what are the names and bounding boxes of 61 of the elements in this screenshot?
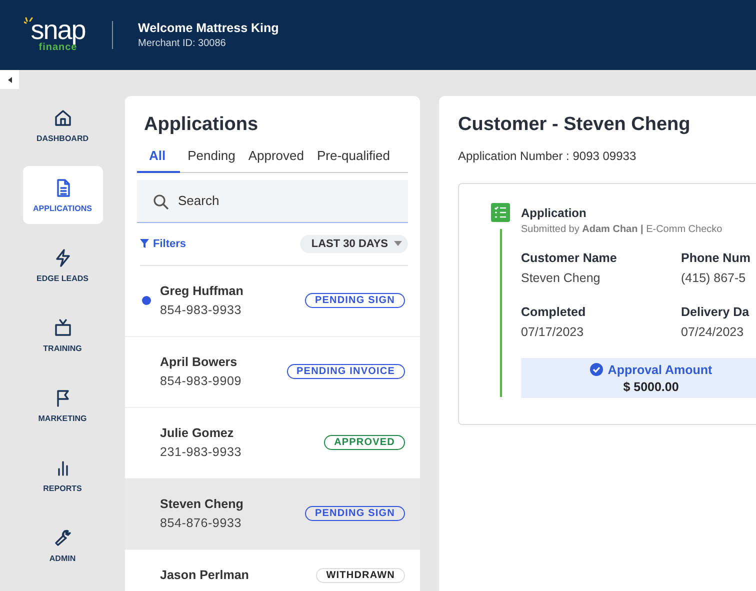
customer-name: Jason Perlman xyxy=(160,568,250,582)
nav-item[interactable]: TRAINING xyxy=(22,306,102,364)
field-label: Delivery Da xyxy=(681,305,750,319)
customer-name: Julie Gomez xyxy=(160,426,235,440)
application-row[interactable]: Greg Huffman 854-983-9933 PENDING SIGN xyxy=(125,266,420,336)
merchant-id: Merchant ID: 30086 xyxy=(138,38,227,49)
welcome-text: Welcome Mattress King xyxy=(138,21,279,35)
application-number: Application Number : 9093 09933 xyxy=(458,149,638,163)
nav-item[interactable]: MARKETING xyxy=(22,376,102,434)
nav-item[interactable]: EDGE LEADS xyxy=(22,236,102,294)
check-circle-icon xyxy=(590,363,603,376)
nav-item[interactable]: ADMIN xyxy=(22,516,102,574)
panel-title: Applications xyxy=(144,114,260,136)
phone-number: 231-983-9933 xyxy=(160,445,242,459)
customer-name: Steven Cheng xyxy=(160,497,244,511)
customer-title: Customer - Steven Cheng xyxy=(458,114,692,136)
customer-name: Greg Huffman xyxy=(160,284,244,298)
approval-label: Approval Amount xyxy=(590,362,712,376)
spark-icon xyxy=(24,17,34,25)
status-badge: PENDING SIGN xyxy=(305,506,405,521)
nav-item[interactable]: APPLICATIONS xyxy=(22,166,102,224)
submitted-by: Submitted by Adam Chan | E-Comm Checko xyxy=(521,224,724,235)
phone-number: 854-983-9909 xyxy=(160,374,242,388)
application-row[interactable]: April Bowers 854-983-9909 PENDING INVOICE xyxy=(125,336,420,408)
home-icon xyxy=(52,108,72,128)
collapse-button[interactable] xyxy=(0,70,19,89)
status-badge: APPROVED xyxy=(324,435,405,450)
tv-icon xyxy=(52,318,72,338)
customer-name: April Bowers xyxy=(160,355,238,369)
status-badge: PENDING SIGN xyxy=(305,293,405,308)
field-value: Steven Cheng xyxy=(521,271,602,285)
checklist-icon xyxy=(491,203,510,222)
date-range-dropdown[interactable]: LAST 30 DAYS xyxy=(300,234,408,252)
field-label: Customer Name xyxy=(521,251,618,265)
application-row[interactable]: Steven Cheng 854-876-9933 PENDING SIGN xyxy=(125,478,420,550)
caret-icon xyxy=(8,76,12,82)
field-label: Completed xyxy=(521,305,587,319)
wrench-icon xyxy=(52,528,72,548)
field-label: Phone Num xyxy=(681,251,752,265)
application-row[interactable]: Jason Perlman WITHDRAWN xyxy=(125,550,420,591)
filters-button[interactable]: Filters xyxy=(140,238,186,250)
approval-amount: $ 5000.00 xyxy=(623,380,679,394)
funnel-icon xyxy=(140,239,149,248)
tab[interactable]: All xyxy=(137,144,180,173)
search-field[interactable]: Search xyxy=(137,180,408,222)
field-value: 07/17/2023 xyxy=(521,325,585,339)
logo-subtitle: finance xyxy=(38,43,78,53)
logo-word: snap xyxy=(30,17,86,43)
status-badge: WITHDRAWN xyxy=(316,568,405,582)
field-value: 07/24/2023 xyxy=(681,325,745,339)
field-value: (415) 867-5 xyxy=(681,271,747,285)
nav-item[interactable]: DASHBOARD xyxy=(22,96,102,154)
card-title: Application xyxy=(521,206,588,220)
caret-icon xyxy=(394,241,402,246)
status-badge: PENDING INVOICE xyxy=(286,364,405,379)
tab[interactable]: Pre-qualified xyxy=(312,144,395,173)
tab[interactable]: Approved xyxy=(243,144,309,173)
tab[interactable]: Pending xyxy=(182,144,240,173)
phone-number: 854-876-9933 xyxy=(160,516,242,530)
phone-number: 854-983-9933 xyxy=(160,303,242,317)
nav-item[interactable]: REPORTS xyxy=(22,446,102,504)
